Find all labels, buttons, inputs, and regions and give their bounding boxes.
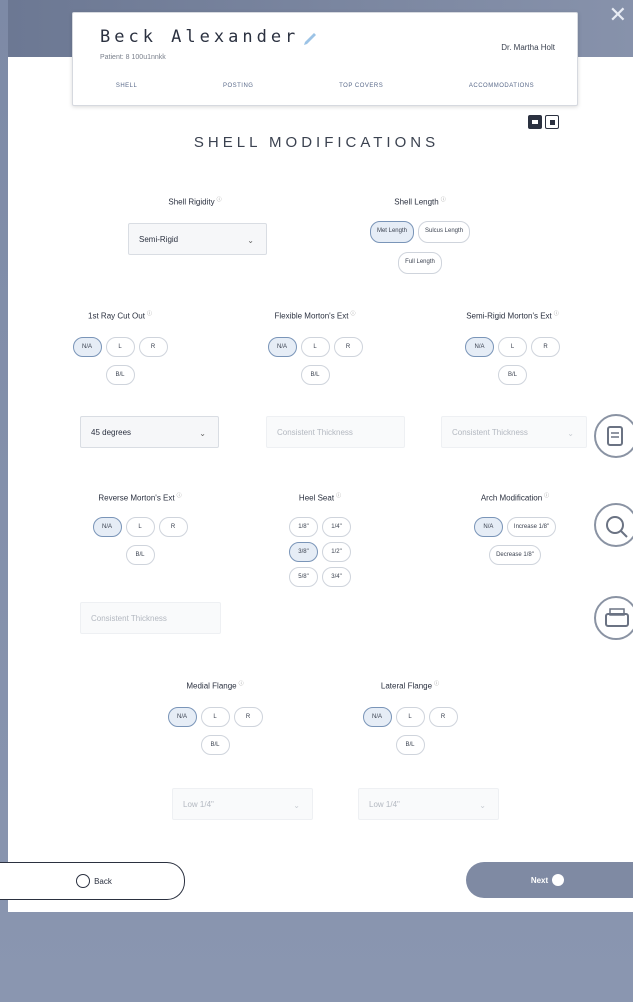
first-ray-label: 1st Ray Cut Out ⓘ xyxy=(88,311,152,321)
close-icon[interactable]: ✕ xyxy=(609,4,627,26)
option-left[interactable]: L xyxy=(125,516,155,537)
edit-icon[interactable] xyxy=(301,27,321,47)
option-na[interactable]: N/A xyxy=(167,706,197,727)
chevron-down-icon: ⌄ xyxy=(247,236,254,245)
heel-seat-group: Heel Seat ⓘ 1/8" 1/4" 3/8" 1/2" 5/8" 3/4" xyxy=(270,492,370,587)
chevron-down-icon: ⌄ xyxy=(479,801,486,810)
option-sulcus-length[interactable]: Sulcus Length xyxy=(418,220,471,243)
square-view-icon[interactable] xyxy=(545,115,559,129)
reflection xyxy=(8,925,633,1002)
heel-seat-label: Heel Seat ⓘ xyxy=(298,493,342,503)
option-na[interactable]: N/A xyxy=(473,516,503,537)
option-met-length[interactable]: Met Length xyxy=(369,220,414,243)
next-button-label: Next xyxy=(530,875,549,885)
arch-mod-group: Arch Modification ⓘ N/A Increase 1/8" Dec… xyxy=(440,492,590,565)
reverse-morton-group: Reverse Morton's Ext ⓘ N/A L R B/L xyxy=(75,492,205,565)
tab-top-covers[interactable]: TOP COVERS xyxy=(331,83,391,89)
option-bilateral[interactable]: B/L xyxy=(125,544,155,565)
option-full-length[interactable]: Full Length xyxy=(398,251,442,274)
chevron-down-icon: ⌄ xyxy=(293,801,300,810)
lateral-flange-group: Lateral Flange ⓘ N/A L R B/L xyxy=(355,680,465,755)
option-bilateral[interactable]: B/L xyxy=(105,364,135,385)
flexible-morton-group: Flexible Morton's Ext ⓘ N/A L R B/L xyxy=(245,310,385,385)
medial-flange-group: Medial Flange ⓘ N/A L R B/L xyxy=(160,680,270,755)
option-increase[interactable]: Increase 1/8" xyxy=(506,516,557,537)
patient-id: Patient: 8 100u1nnkk xyxy=(100,54,166,61)
main-panel xyxy=(8,57,633,912)
shell-length-group: Shell Length ⓘ Met Length Sulcus Length F… xyxy=(335,196,505,274)
first-ray-select[interactable]: 45 degrees ⌄ xyxy=(80,416,219,448)
tab-shell[interactable]: SHELL xyxy=(108,83,146,89)
first-ray-group: 1st Ray Cut Out ⓘ N/A L R B/L xyxy=(55,310,185,385)
shell-length-label: Shell Length ⓘ xyxy=(394,197,446,207)
option-1-4[interactable]: 1/4" xyxy=(322,516,351,537)
semirigid-morton-label: Semi-Rigid Morton's Ext ⓘ xyxy=(466,311,559,321)
scan-icon[interactable] xyxy=(594,503,633,547)
reverse-morton-label: Reverse Morton's Ext ⓘ xyxy=(98,493,182,503)
reverse-morton-select[interactable]: Consistent Thickness xyxy=(80,602,221,634)
lateral-flange-label: Lateral Flange ⓘ xyxy=(380,681,440,691)
option-na[interactable]: N/A xyxy=(465,336,494,357)
section-title: SHELL MODIFICATIONS xyxy=(193,134,440,151)
arrow-left-icon xyxy=(76,874,91,888)
semirigid-morton-select[interactable]: Consistent Thickness ⌄ xyxy=(441,416,587,448)
doctor-name: Dr. Martha Holt xyxy=(501,43,555,52)
arch-mod-label: Arch Modification ⓘ xyxy=(480,493,550,503)
option-na[interactable]: N/A xyxy=(267,336,297,357)
semirigid-morton-group: Semi-Rigid Morton's Ext ⓘ N/A L R B/L xyxy=(440,310,585,385)
option-na[interactable]: N/A xyxy=(72,336,102,357)
option-bilateral[interactable]: B/L xyxy=(498,364,527,385)
option-right[interactable]: R xyxy=(138,336,168,357)
tab-accommodations[interactable]: ACCOMMODATIONS xyxy=(461,83,542,89)
shell-rigidity-select[interactable]: Semi-Rigid ⌄ xyxy=(128,223,267,255)
view-toggle xyxy=(528,115,559,129)
option-left[interactable]: L xyxy=(498,336,527,357)
option-bilateral[interactable]: B/L xyxy=(395,734,425,755)
next-button[interactable]: Next xyxy=(466,862,633,898)
shell-rigidity-label: Shell Rigidity ⓘ xyxy=(168,197,222,207)
option-1-8[interactable]: 1/8" xyxy=(289,516,318,537)
medial-flange-select[interactable]: Low 1/4" ⌄ xyxy=(172,788,313,820)
flexible-morton-label: Flexible Morton's Ext ⓘ xyxy=(274,311,356,321)
option-left[interactable]: L xyxy=(300,336,330,357)
option-right[interactable]: R xyxy=(158,516,188,537)
option-right[interactable]: R xyxy=(428,706,458,727)
option-decrease[interactable]: Decrease 1/8" xyxy=(489,544,541,565)
medial-flange-label: Medial Flange ⓘ xyxy=(186,681,244,691)
lateral-flange-select[interactable]: Low 1/4" ⌄ xyxy=(358,788,499,820)
option-1-2[interactable]: 1/2" xyxy=(322,541,351,562)
chevron-down-icon: ⌄ xyxy=(199,429,206,438)
list-view-icon[interactable] xyxy=(528,115,542,129)
shell-rigidity-group: Shell Rigidity ⓘ xyxy=(125,196,265,207)
option-right[interactable]: R xyxy=(531,336,560,357)
patient-header: Beck Alexander Patient: 8 100u1nnkk Dr. … xyxy=(72,12,578,106)
printer-icon[interactable] xyxy=(594,596,633,640)
patient-name: Beck Alexander xyxy=(100,27,300,47)
flexible-morton-select[interactable]: Consistent Thickness xyxy=(266,416,405,448)
option-na[interactable]: N/A xyxy=(362,706,392,727)
option-left[interactable]: L xyxy=(105,336,135,357)
clipboard-icon[interactable] xyxy=(594,414,633,458)
option-left[interactable]: L xyxy=(395,706,425,727)
option-na[interactable]: N/A xyxy=(92,516,122,537)
option-3-4[interactable]: 3/4" xyxy=(322,566,351,587)
option-3-8[interactable]: 3/8" xyxy=(289,541,318,562)
chevron-down-icon: ⌄ xyxy=(567,429,574,438)
tab-posting[interactable]: POSTING xyxy=(215,83,262,89)
tab-bar: SHELL POSTING TOP COVERS ACCOMMODATIONS xyxy=(73,83,577,89)
option-5-8[interactable]: 5/8" xyxy=(289,566,318,587)
arrow-right-icon xyxy=(552,874,565,886)
option-bilateral[interactable]: B/L xyxy=(200,734,230,755)
back-button[interactable]: Back xyxy=(0,862,185,900)
option-left[interactable]: L xyxy=(200,706,230,727)
back-button-label: Back xyxy=(94,876,112,886)
option-right[interactable]: R xyxy=(333,336,363,357)
option-right[interactable]: R xyxy=(233,706,263,727)
option-bilateral[interactable]: B/L xyxy=(300,364,330,385)
